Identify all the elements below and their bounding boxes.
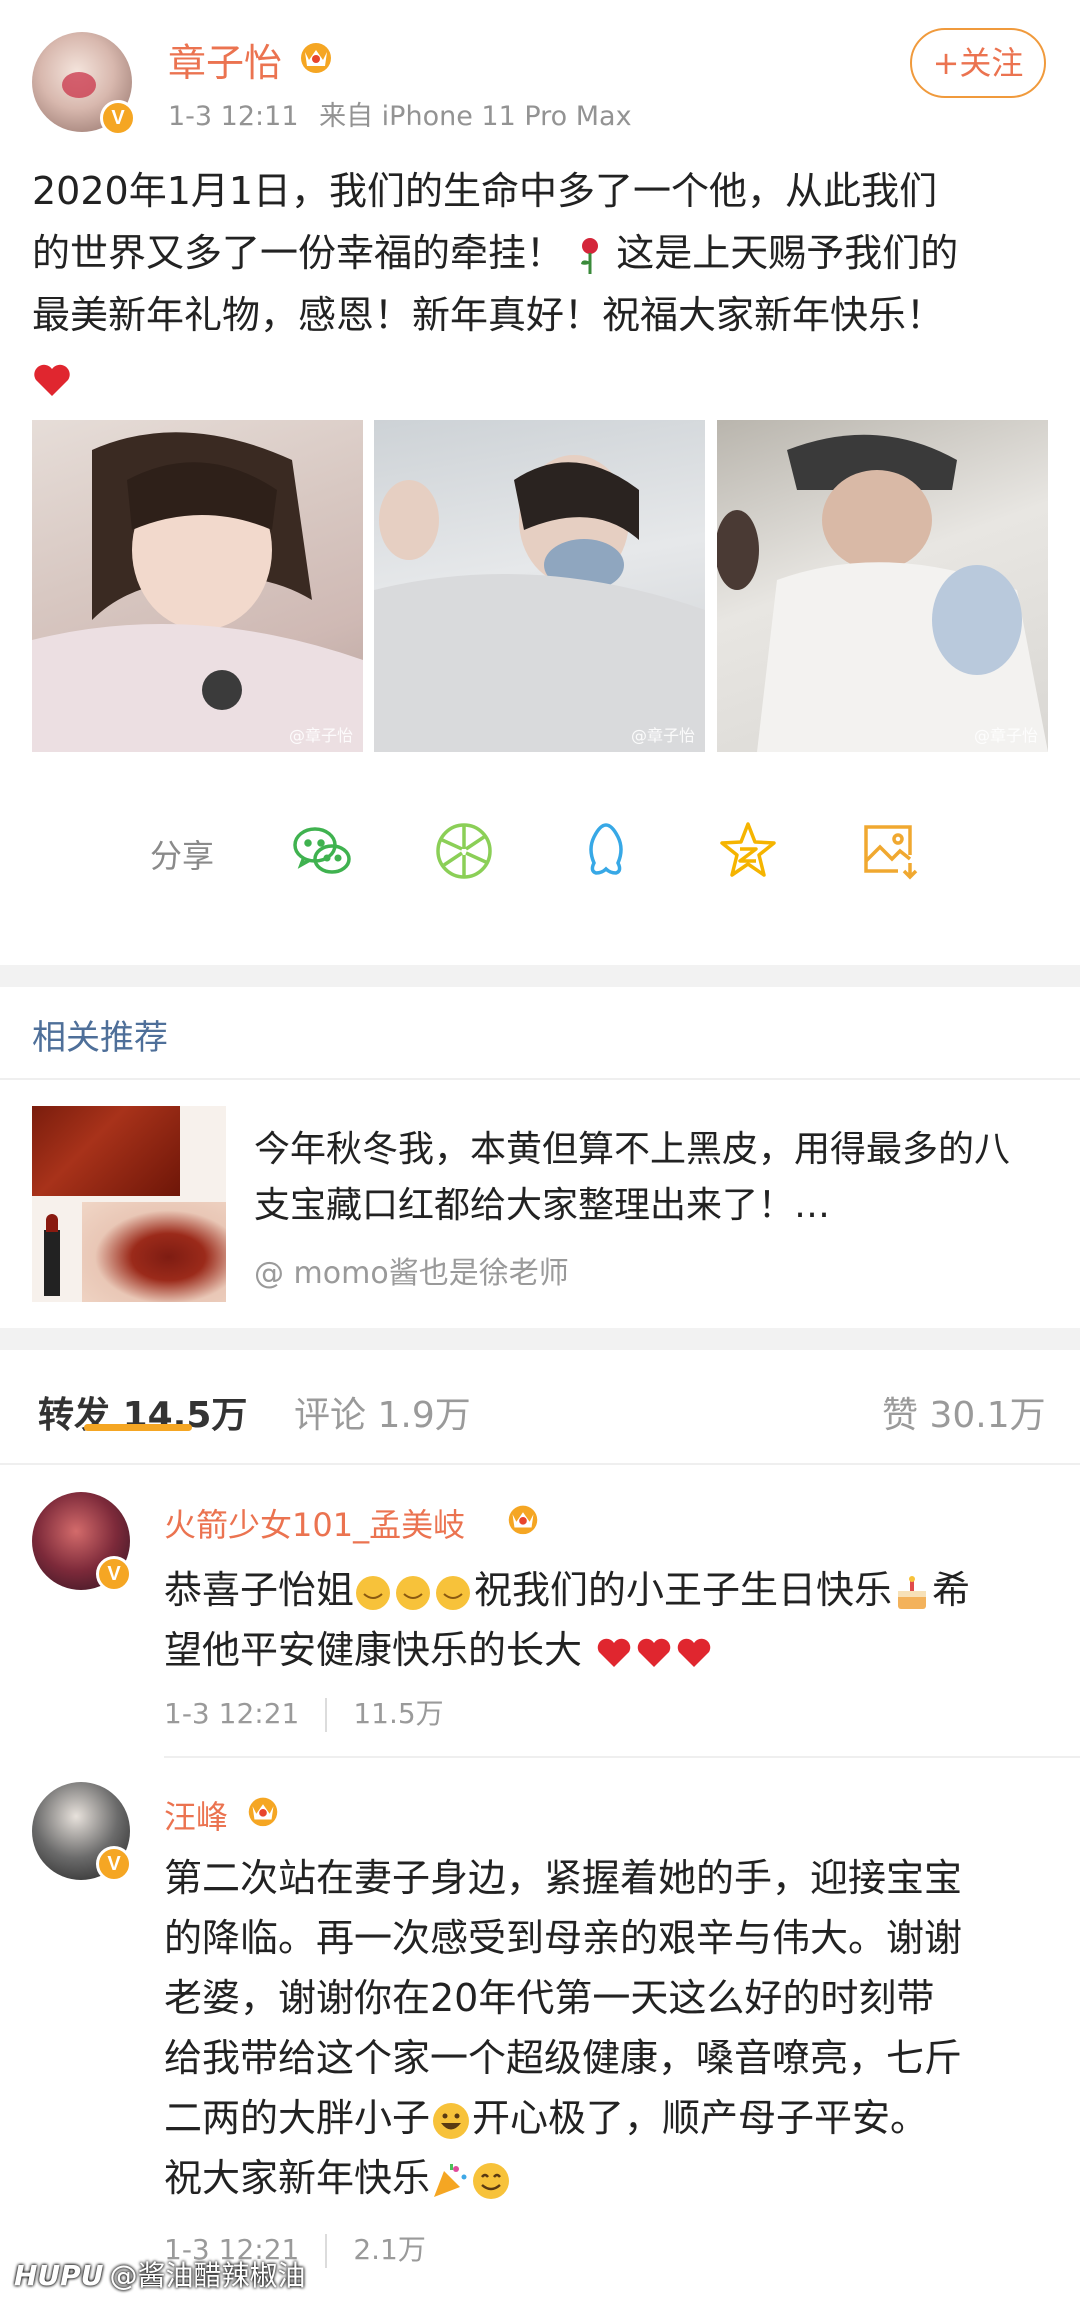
- red-hearts-icon: [597, 1638, 711, 1667]
- qq-icon[interactable]: [574, 819, 638, 883]
- post-text-line: 的世界又多了一份幸福的牵挂！ 这是上天赐予我们的: [32, 231, 959, 275]
- comment-text: 第二次站在妻子身边，紧握着她的手，迎接宝宝 的降临。再一次感受到母亲的艰辛与伟大…: [164, 1856, 963, 2200]
- photo-grid: @章子怡 @章子怡 @章子怡: [32, 420, 1048, 752]
- lips-image: [82, 1202, 226, 1302]
- comment-text: 恭喜子怡姐 祝我们的小王子生日快乐希 望他平安健康快乐的长大: [164, 1568, 971, 1672]
- section-divider: [0, 965, 1080, 987]
- red-heart-icon: [34, 364, 70, 396]
- share-label: 分享: [150, 837, 215, 875]
- photo-father-art: [717, 434, 1048, 752]
- follow-button[interactable]: +关注: [910, 28, 1046, 98]
- related-source[interactable]: @ momo酱也是徐老师: [254, 1248, 569, 1292]
- hupu-logo: HUPU: [14, 2259, 104, 2292]
- commenter-name[interactable]: 火箭少女101_孟美岐: [164, 1500, 465, 1546]
- related-title: 相关推荐: [32, 1018, 168, 1058]
- grinning-face-icon: [433, 2102, 470, 2139]
- photo-father[interactable]: @章子怡: [717, 420, 1048, 752]
- comment-likes[interactable]: 11.5万: [353, 1697, 443, 1730]
- footer-watermark: HUPU @酱油醋辣椒油: [14, 2254, 305, 2294]
- post-text-line: [32, 346, 1052, 408]
- verified-badge-icon: V: [100, 100, 136, 136]
- comment-meta: 1-3 12:21 11.5万: [164, 1692, 444, 1732]
- moments-icon[interactable]: [432, 819, 496, 883]
- lipstick-swatch: [32, 1106, 180, 1196]
- party-popper-icon: [434, 2163, 467, 2197]
- meta-separator: [325, 2234, 328, 2268]
- related-thumbnail: [32, 1106, 226, 1302]
- share-row: 分享: [0, 805, 1080, 895]
- post-time: 1-3 12:11: [168, 101, 299, 132]
- save-image-icon[interactable]: [858, 819, 922, 883]
- commenter-name[interactable]: 汪峰: [164, 1792, 228, 1838]
- verified-badge-icon: V: [96, 1556, 132, 1592]
- tab-comments[interactable]: 评论 1.9万: [294, 1386, 471, 1438]
- post-header: V 章子怡 1-3 12:11 来自 iPhone 11 Pro Max +关注: [0, 0, 1080, 150]
- photo-hospital-art: [374, 455, 705, 752]
- post-text: 2020年1月1日，我们的生命中多了一个他，从此我们 的世界又多了一份幸福的牵挂…: [32, 160, 1052, 408]
- related-text: 今年秋冬我，本黄但算不上黑皮，用得最多的八支宝藏口红都给大家整理出来了！…: [254, 1129, 1011, 1226]
- blushing-face-icon: [356, 1575, 471, 1610]
- related-card[interactable]: 今年秋冬我，本黄但算不上黑皮，用得最多的八支宝藏口红都给大家整理出来了！… @ …: [0, 1080, 1080, 1330]
- crown-icon: [248, 1797, 278, 1827]
- active-tab-indicator: [84, 1424, 192, 1431]
- comment-likes[interactable]: 2.1万: [353, 2233, 426, 2266]
- photo-watermark: @章子怡: [630, 726, 695, 745]
- qzone-icon[interactable]: [716, 819, 780, 883]
- author-name[interactable]: 章子怡: [168, 32, 282, 87]
- birthday-cake-icon: [898, 1575, 927, 1609]
- photo-watermark: @章子怡: [973, 726, 1038, 745]
- crown-icon: [301, 43, 331, 73]
- meta-separator: [325, 1698, 328, 1732]
- tab-likes[interactable]: 赞 30.1万: [882, 1386, 1046, 1438]
- post-text-line: 2020年1月1日，我们的生命中多了一个他，从此我们: [32, 169, 938, 213]
- smiling-face-icon: [473, 2162, 510, 2199]
- photo-hospital[interactable]: @章子怡: [374, 420, 705, 752]
- watermark-handle: @酱油醋辣椒油: [109, 2259, 306, 2292]
- photo-girl[interactable]: @章子怡: [32, 420, 363, 752]
- rose-icon: [581, 237, 599, 274]
- lipstick-image: [44, 1214, 60, 1296]
- photo-girl-art: [32, 432, 363, 752]
- comment-time: 1-3 12:21: [164, 1697, 300, 1730]
- divider: [164, 1756, 1080, 1758]
- interaction-tabs: 转发 14.5万 评论 1.9万 赞 30.1万: [0, 1350, 1080, 1465]
- wechat-icon[interactable]: [290, 819, 354, 883]
- crown-icon: [508, 1505, 538, 1535]
- verified-badge-icon: V: [96, 1846, 132, 1882]
- post-meta: 1-3 12:11 来自 iPhone 11 Pro Max: [168, 94, 644, 133]
- photo-watermark: @章子怡: [288, 726, 353, 745]
- post-source[interactable]: 来自 iPhone 11 Pro Max: [319, 101, 631, 132]
- section-divider: [0, 1328, 1080, 1350]
- post-text-line: 最美新年礼物，感恩！新年真好！祝福大家新年快乐！: [32, 293, 945, 337]
